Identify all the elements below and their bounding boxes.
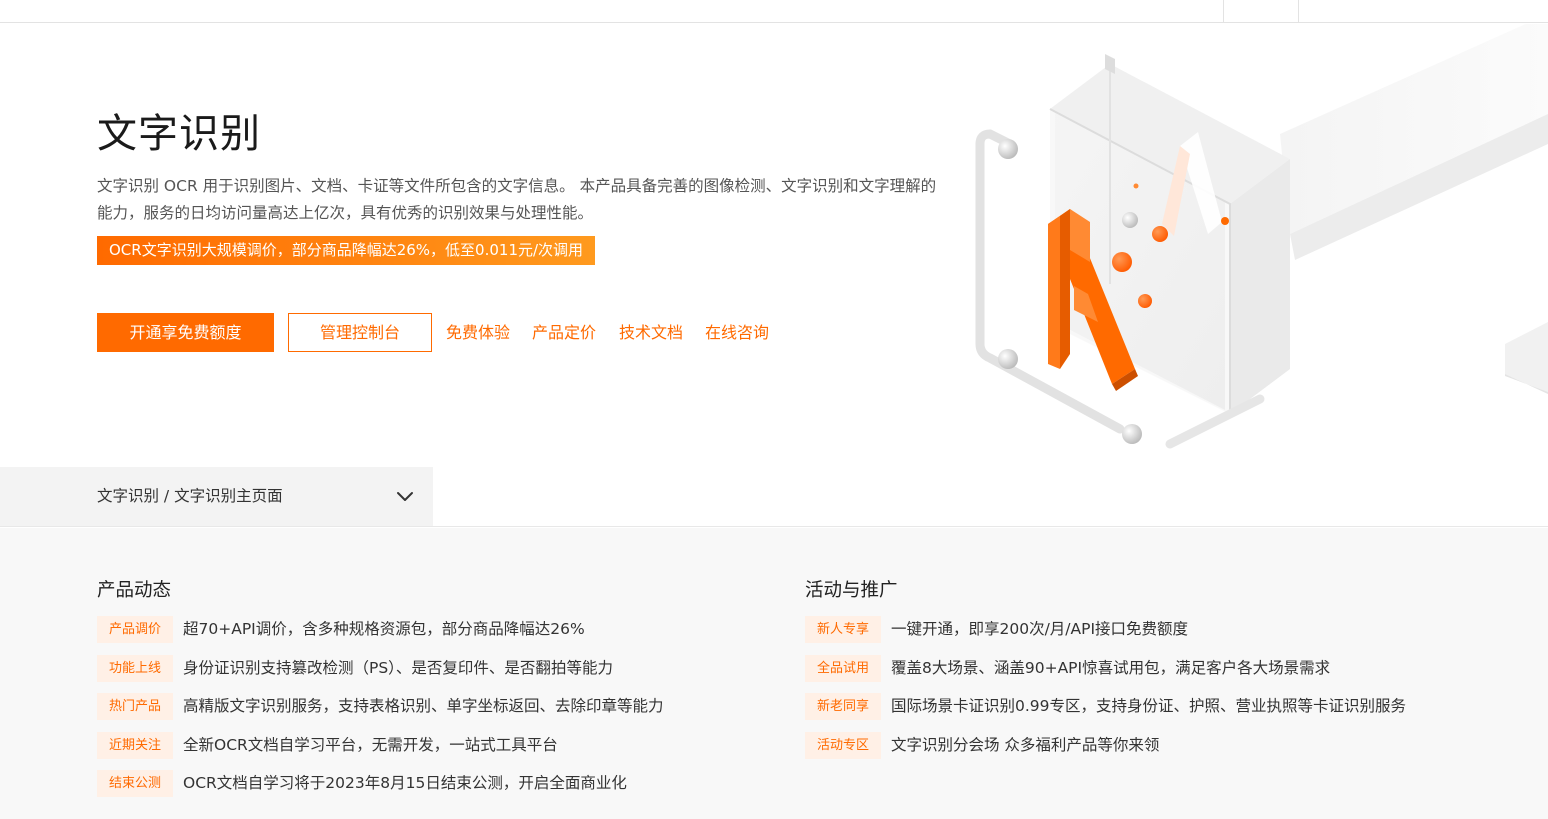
news-text[interactable]: OCR文档自学习将于2023年8月15日结束公测，开启全面商业化 xyxy=(183,770,627,797)
page: 文字识别 文字识别 OCR 用于识别图片、文档、卡证等文件所包含的文字信息。 本… xyxy=(0,0,1548,819)
management-console-button[interactable]: 管理控制台 xyxy=(288,313,432,352)
news-tag: 结束公测 xyxy=(97,770,173,797)
tech-docs-link[interactable]: 技术文档 xyxy=(619,313,683,352)
breadcrumb: 文字识别 / 文字识别主页面 xyxy=(97,487,283,505)
activate-free-quota-button[interactable]: 开通享免费额度 xyxy=(97,313,274,352)
news-text[interactable]: 超70+API调价，含多种规格资源包，部分商品降幅达26% xyxy=(183,616,585,643)
list-item[interactable]: 新人专享 一键开通，即享200次/月/API接口免费额度 xyxy=(805,616,1525,655)
list-item[interactable]: 结束公测 OCR文档自学习将于2023年8月15日结束公测，开启全面商业化 xyxy=(97,770,777,809)
promo-tag: 活动专区 xyxy=(805,731,881,759)
news-text[interactable]: 高精版文字识别服务，支持表格识别、单字坐标返回、去除印章等能力 xyxy=(183,693,664,720)
free-trial-link[interactable]: 免费体验 xyxy=(446,313,510,352)
promo-banner[interactable]: OCR文字识别大规模调价，部分商品降幅达26%，低至0.011元/次调用 xyxy=(97,236,596,265)
breadcrumb-dropdown[interactable]: 文字识别 / 文字识别主页面 xyxy=(0,467,433,526)
list-item[interactable]: 活动专区 文字识别分会场 众多福利产品等你来领 xyxy=(805,731,1525,771)
page-title: 文字识别 xyxy=(97,111,261,157)
product-news-column: 产品动态 产品调价 超70+API调价，含多种规格资源包，部分商品降幅达26% … xyxy=(97,578,777,809)
chevron-down-icon xyxy=(397,492,413,501)
nav-divider xyxy=(1298,0,1299,22)
promo-tag: 新老同享 xyxy=(805,693,881,720)
breadcrumb-bar: 文字识别 / 文字识别主页面 xyxy=(0,467,1548,527)
nav-divider xyxy=(1223,0,1224,22)
promotions-column: 活动与推广 新人专享 一键开通，即享200次/月/API接口免费额度 全品试用 … xyxy=(805,578,1525,770)
promo-tag: 新人专享 xyxy=(805,616,881,643)
online-consult-link[interactable]: 在线咨询 xyxy=(705,313,769,352)
ocr-illustration xyxy=(975,24,1548,449)
promo-tag: 全品试用 xyxy=(805,654,881,682)
list-item[interactable]: 热门产品 高精版文字识别服务，支持表格识别、单字坐标返回、去除印章等能力 xyxy=(97,693,777,732)
promo-text[interactable]: 文字识别分会场 众多福利产品等你来领 xyxy=(891,732,1159,759)
product-news-title: 产品动态 xyxy=(97,580,172,601)
news-tag: 热门产品 xyxy=(97,693,173,720)
list-item[interactable]: 功能上线 身份证识别支持篡改检测（PS）、是否复印件、是否翻拍等能力 xyxy=(97,654,777,694)
promo-text[interactable]: 一键开通，即享200次/月/API接口免费额度 xyxy=(891,616,1188,643)
list-item[interactable]: 近期关注 全新OCR文档自学习平台，无需开发，一站式工具平台 xyxy=(97,731,777,771)
list-item[interactable]: 新老同享 国际场景卡证识别0.99专区，支持身份证、护照、营业执照等卡证识别服务 xyxy=(805,693,1525,732)
promo-text[interactable]: 覆盖8大场景、涵盖90+API惊喜试用包，满足客户各大场景需求 xyxy=(891,655,1330,682)
news-tag: 功能上线 xyxy=(97,654,173,682)
news-text[interactable]: 全新OCR文档自学习平台，无需开发，一站式工具平台 xyxy=(183,732,558,759)
top-navigation-bar xyxy=(0,0,1548,23)
news-tag: 近期关注 xyxy=(97,731,173,759)
news-text[interactable]: 身份证识别支持篡改检测（PS）、是否复印件、是否翻拍等能力 xyxy=(183,655,613,682)
hero-section: 文字识别 文字识别 OCR 用于识别图片、文档、卡证等文件所包含的文字信息。 本… xyxy=(0,24,1548,467)
news-section: 产品动态 产品调价 超70+API调价，含多种规格资源包，部分商品降幅达26% … xyxy=(0,528,1548,819)
news-tag: 产品调价 xyxy=(97,616,173,643)
list-item[interactable]: 全品试用 覆盖8大场景、涵盖90+API惊喜试用包，满足客户各大场景需求 xyxy=(805,654,1525,694)
product-description: 文字识别 OCR 用于识别图片、文档、卡证等文件所包含的文字信息。 本产品具备完… xyxy=(97,177,937,222)
pricing-link[interactable]: 产品定价 xyxy=(532,313,596,352)
promo-text[interactable]: 国际场景卡证识别0.99专区，支持身份证、护照、营业执照等卡证识别服务 xyxy=(891,693,1406,720)
list-item[interactable]: 产品调价 超70+API调价，含多种规格资源包，部分商品降幅达26% xyxy=(97,616,777,655)
promotions-title: 活动与推广 xyxy=(805,580,898,601)
